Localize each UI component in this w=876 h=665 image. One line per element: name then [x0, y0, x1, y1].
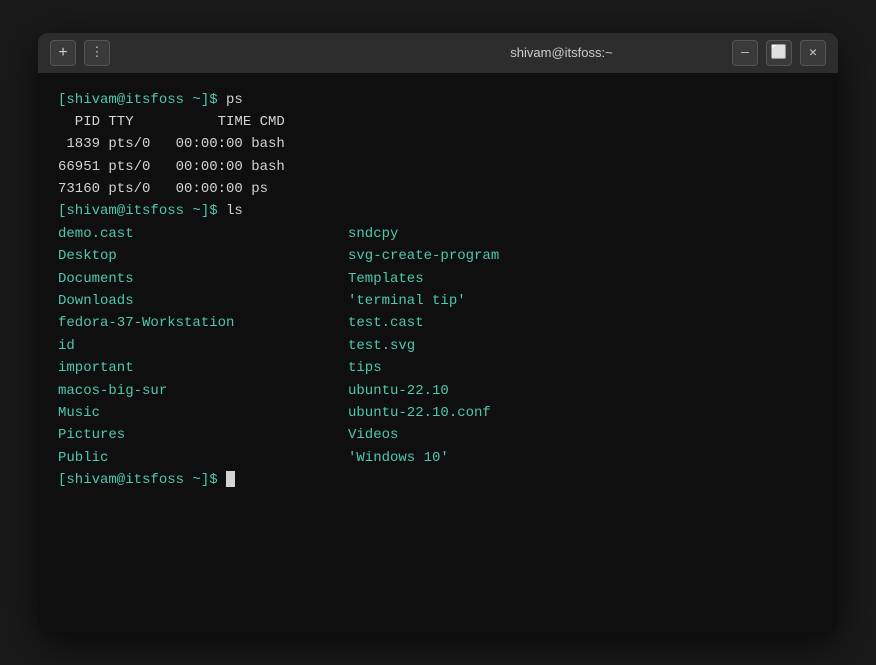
prompt-2: [shivam@itsfoss ~]$ [58, 203, 226, 219]
ls-item-6-left: id [58, 335, 348, 357]
ls-item-2-right: svg-create-program [348, 248, 499, 264]
titlebar: + ⋮ shivam@itsfoss:~ — ⬜ ✕ [38, 33, 838, 73]
ls-item-2-left: Desktop [58, 245, 348, 267]
menu-button[interactable]: ⋮ [84, 40, 110, 66]
ls-item-1-right: sndcpy [348, 226, 398, 242]
command-ls: ls [226, 203, 243, 219]
ls-item-9-left: Music [58, 402, 348, 424]
ls-item-10-left: Pictures [58, 424, 348, 446]
ls-item-9-right: ubuntu-22.10.conf [348, 405, 491, 421]
command-ps: ps [226, 92, 243, 108]
ps-row-2: 66951 pts/0 00:00:00 bash [58, 159, 285, 175]
ls-item-7-left: important [58, 357, 348, 379]
ls-item-7-right: tips [348, 360, 382, 376]
ps-header: PID TTY TIME CMD [58, 114, 285, 130]
ls-item-4-right: 'terminal tip' [348, 293, 466, 309]
ls-item-8-left: macos-big-sur [58, 380, 348, 402]
ls-item-11-left: Public [58, 447, 348, 469]
ls-item-5-right: test.cast [348, 315, 424, 331]
ls-item-11-right: 'Windows 10' [348, 450, 449, 466]
restore-button[interactable]: ⬜ [766, 40, 792, 66]
ls-item-3-right: Templates [348, 271, 424, 287]
ls-item-10-right: Videos [348, 427, 398, 443]
prompt-1: [shivam@itsfoss ~]$ [58, 92, 226, 108]
ls-item-1-left: demo.cast [58, 223, 348, 245]
titlebar-left-controls: + ⋮ [50, 40, 391, 66]
terminal-body[interactable]: [shivam@itsfoss ~]$ ps PID TTY TIME CMD … [38, 73, 838, 633]
new-tab-button[interactable]: + [50, 40, 76, 66]
window-controls: — ⬜ ✕ [732, 40, 826, 66]
terminal-window: + ⋮ shivam@itsfoss:~ — ⬜ ✕ [shivam@itsfo… [38, 33, 838, 633]
close-button[interactable]: ✕ [800, 40, 826, 66]
ps-row-1: 1839 pts/0 00:00:00 bash [58, 136, 285, 152]
minimize-button[interactable]: — [732, 40, 758, 66]
ls-item-4-left: Downloads [58, 290, 348, 312]
window-title: shivam@itsfoss:~ [391, 45, 732, 60]
ps-row-3: 73160 pts/0 00:00:00 ps [58, 181, 268, 197]
prompt-3: [shivam@itsfoss ~]$ [58, 472, 226, 488]
ls-item-8-right: ubuntu-22.10 [348, 383, 449, 399]
ls-item-6-right: test.svg [348, 338, 415, 354]
ls-item-3-left: Documents [58, 268, 348, 290]
cursor [226, 471, 235, 487]
terminal-content: [shivam@itsfoss ~]$ ps PID TTY TIME CMD … [58, 89, 818, 492]
ls-item-5-left: fedora-37-Workstation [58, 312, 348, 334]
